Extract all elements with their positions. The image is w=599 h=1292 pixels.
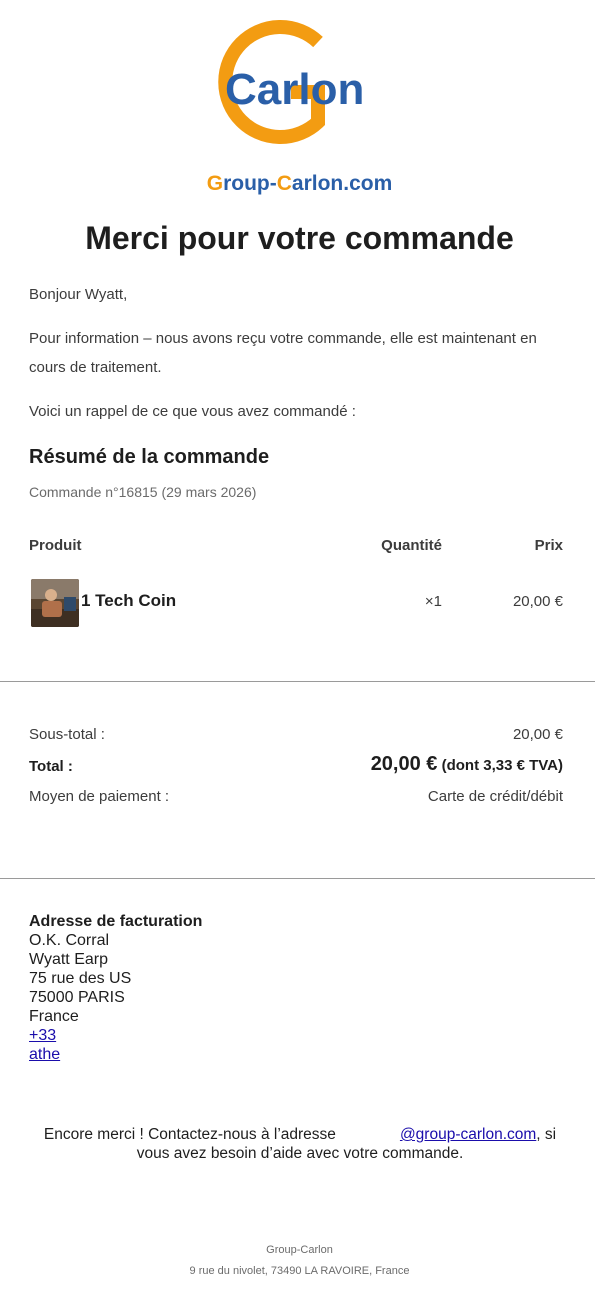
brand-url: Group-Carlon.com [206,172,393,195]
summary-heading: Résumé de la commande [29,446,270,468]
total-tax: (dont 3,33 € TVA) [441,757,563,774]
group-carlon-logo: Carlon [205,20,385,150]
billing-street: 75 rue des US [29,970,132,987]
order-meta: Commande n°16815 (29 mars 2026) [29,484,257,500]
divider [0,878,595,879]
billing-city: 75000 PARIS [29,989,125,1006]
billing-email-link[interactable]: athe [29,1046,60,1063]
product-price: 20,00 € [512,593,563,610]
product-name: 1 Tech Coin [81,591,177,610]
billing-name: Wyatt Earp [29,951,108,968]
payment-label: Moyen de paiement : [29,788,170,805]
billing-phone-link[interactable]: +33 [29,1027,56,1044]
total-value: 20,00 € [370,753,438,775]
column-header-product: Produit [29,537,82,554]
footer-address: 9 rue du nivolet, 73490 LA RAVOIRE, Fran… [189,1265,410,1277]
page-title: Merci pour votre commande [85,220,514,256]
total-label: Total : [29,758,73,775]
greeting: Bonjour Wyatt, [29,286,128,303]
product-quantity: ×1 [424,593,442,610]
reminder-text: Voici un rappel de ce que vous avez comm… [29,403,356,420]
info-text: Pour information – nous avons reçu votre… [29,330,537,376]
column-header-quantity: Quantité [381,537,442,554]
billing-heading: Adresse de facturation [29,913,203,930]
billing-address: Adresse de facturation O.K. Corral Wyatt… [29,912,202,1064]
billing-country: France [29,1008,79,1025]
payment-row: Moyen de paiement : Carte de crédit/débi… [29,788,563,805]
footer-message: Encore merci ! Contactez-nous à l’adress… [29,1125,571,1163]
product-thumbnail [31,579,79,627]
billing-company: O.K. Corral [29,932,110,949]
subtotal-row: Sous-total : 20,00 € [29,726,563,743]
subtotal-label: Sous-total : [29,726,105,743]
divider [0,681,595,682]
logo-text: Carlon [225,65,364,114]
payment-value: Carte de crédit/débit [427,788,563,805]
support-email-link[interactable]: @group-carlon.com [400,1126,536,1143]
footer-company: Group-Carlon [266,1244,333,1256]
column-header-price: Prix [534,537,563,554]
footer-text-pre: Encore merci ! Contactez-nous à l’adress… [43,1126,336,1143]
subtotal-value: 20,00 € [512,726,563,743]
